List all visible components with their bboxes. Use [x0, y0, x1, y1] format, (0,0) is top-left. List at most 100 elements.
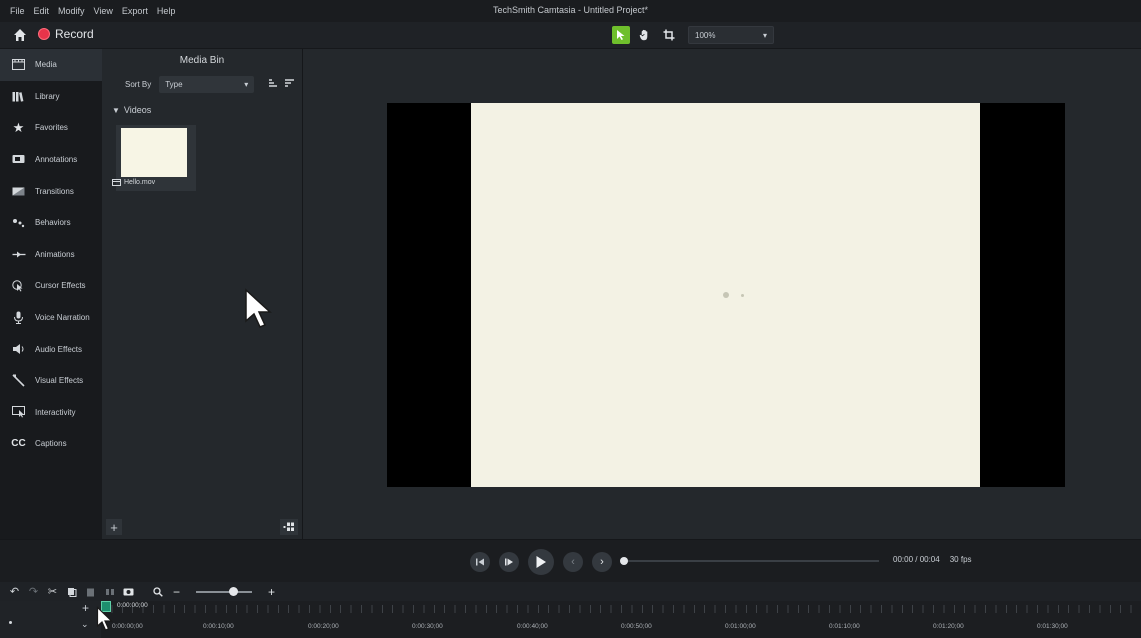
track-dots-icon — [9, 621, 12, 624]
media-clip-thumbnail[interactable]: Hello.mov — [112, 125, 196, 191]
sidebar-item-label: Captions — [35, 439, 67, 449]
next-marker-button[interactable]: › — [592, 552, 612, 572]
step-back-button[interactable] — [470, 552, 490, 572]
sidebar-item-media[interactable]: Media — [0, 49, 102, 81]
select-tool-button[interactable] — [612, 26, 630, 44]
add-track-button[interactable]: + — [82, 601, 89, 615]
sidebar-item-label: Annotations — [35, 155, 78, 165]
scrubber-knob[interactable] — [620, 557, 628, 565]
paste-icon[interactable] — [85, 586, 96, 597]
animations-icon — [11, 248, 26, 261]
playback-scrubber[interactable] — [620, 557, 879, 565]
track-gutter: + ⌄ — [0, 601, 101, 638]
chevron-down-icon[interactable]: ⌄ — [81, 619, 89, 630]
sort-ascending-icon[interactable] — [268, 79, 279, 89]
split-icon[interactable] — [104, 586, 115, 597]
menu-bar: File Edit Modify View Export Help TechSm… — [0, 0, 1141, 22]
sidebar-item-annotations[interactable]: Annotations — [0, 144, 102, 176]
timeline-zoom-slider[interactable] — [196, 586, 252, 596]
record-button[interactable]: Record — [38, 27, 94, 41]
sidebar-item-label: Voice Narration — [35, 313, 90, 323]
step-forward-button[interactable] — [499, 552, 519, 572]
timeline-ruler[interactable]: 0:00:00;00 0:00:00;00 0:00:10;00 0:00:20… — [101, 601, 1141, 638]
step-forward-icon — [505, 558, 513, 566]
star-icon: ★ — [12, 119, 25, 135]
undo-icon[interactable]: ↶ — [9, 586, 20, 598]
captions-icon: CC — [11, 438, 26, 450]
fps-display: 30 fps — [949, 555, 972, 564]
videos-group-header[interactable]: ▼ Videos — [102, 105, 302, 115]
redo-icon[interactable]: ↷ — [28, 586, 39, 598]
microphone-icon — [11, 311, 26, 325]
menu-export[interactable]: Export — [122, 6, 148, 16]
behaviors-icon — [11, 216, 26, 229]
play-button[interactable] — [528, 549, 554, 575]
sidebar-item-voice-narration[interactable]: Voice Narration — [0, 302, 102, 334]
pan-tool-button[interactable] — [636, 26, 654, 44]
copy-icon[interactable] — [66, 586, 77, 597]
mouse-cursor-icon — [96, 606, 113, 631]
tick-label: 0:01:20;00 — [933, 623, 964, 630]
sidebar-item-behaviors[interactable]: Behaviors — [0, 207, 102, 239]
sidebar-item-visual-effects[interactable]: Visual Effects — [0, 365, 102, 397]
play-icon — [536, 556, 546, 568]
speaker-icon — [11, 343, 26, 356]
rotation-handle[interactable] — [723, 292, 729, 298]
zoom-select[interactable]: 100% ▾ — [688, 26, 774, 44]
zoom-search-icon[interactable] — [152, 586, 163, 597]
sidebar-item-library[interactable]: Library — [0, 81, 102, 113]
sidebar-item-interactivity[interactable]: Interactivity — [0, 397, 102, 429]
tick-label: 0:00:40;00 — [517, 623, 548, 630]
time-readout: 00:00 / 00:04 30 fps — [893, 555, 972, 564]
sort-descending-icon[interactable] — [284, 79, 295, 89]
menu-edit[interactable]: Edit — [34, 6, 50, 16]
home-icon[interactable] — [13, 28, 27, 42]
crop-tool-button[interactable] — [660, 26, 678, 44]
preview-canvas[interactable] — [387, 103, 1065, 487]
canvas-area — [303, 49, 1141, 539]
zoom-out-icon[interactable]: − — [171, 585, 182, 599]
tick-label: 0:00:10;00 — [203, 623, 234, 630]
grid-view-icon — [283, 522, 294, 531]
pointer-icon — [617, 30, 625, 40]
menu-file[interactable]: File — [10, 6, 25, 16]
library-icon — [11, 90, 26, 103]
sidebar-item-audio-effects[interactable]: Audio Effects — [0, 333, 102, 365]
zoom-slider-knob[interactable] — [229, 586, 238, 596]
sidebar-item-label: Favorites — [35, 123, 68, 133]
playback-controls: ‹ › — [470, 549, 612, 575]
tick-label: 0:00:30;00 — [412, 623, 443, 630]
view-mode-button[interactable] — [280, 519, 298, 535]
sidebar-item-label: Visual Effects — [35, 376, 84, 386]
sidebar-item-label: Cursor Effects — [35, 281, 86, 291]
sidebar-item-label: Animations — [35, 249, 75, 259]
transitions-icon — [11, 185, 26, 198]
tick-label: 0:00:00;00 — [112, 623, 143, 630]
mouse-cursor-icon — [245, 288, 272, 328]
sidebar-item-favorites[interactable]: ★ Favorites — [0, 112, 102, 144]
sidebar-item-cursor-effects[interactable]: Cursor Effects — [0, 270, 102, 302]
sort-select[interactable]: Type ▾ — [159, 75, 255, 93]
record-icon — [38, 28, 50, 40]
media-icon — [11, 58, 26, 71]
add-media-button[interactable]: + — [106, 519, 122, 535]
sort-bar: Sort By Type ▾ — [102, 71, 302, 97]
menu-modify[interactable]: Modify — [58, 6, 85, 16]
sidebar-item-label: Library — [35, 91, 60, 101]
menu-items: File Edit Modify View Export Help — [0, 6, 175, 16]
menu-help[interactable]: Help — [157, 6, 176, 16]
zoom-in-icon[interactable]: + — [266, 585, 277, 599]
time-display: 00:00 / 00:04 — [893, 555, 940, 564]
sidebar-item-captions[interactable]: CC Captions — [0, 428, 102, 460]
cut-icon[interactable]: ✂ — [47, 586, 58, 598]
canvas-tools: 100% ▾ — [612, 26, 774, 44]
timeline: + ⌄ 0:00:00;00 0:00:00;00 0:00:10;00 0:0… — [0, 601, 1141, 638]
menu-view[interactable]: View — [94, 6, 113, 16]
sidebar-item-label: Behaviors — [35, 218, 71, 228]
snapshot-icon[interactable] — [123, 586, 134, 597]
previous-marker-button[interactable]: ‹ — [563, 552, 583, 572]
video-frame[interactable] — [471, 103, 980, 487]
sidebar-item-animations[interactable]: Animations — [0, 239, 102, 271]
tick-label: 0:01:00;00 — [725, 623, 756, 630]
sidebar-item-transitions[interactable]: Transitions — [0, 175, 102, 207]
